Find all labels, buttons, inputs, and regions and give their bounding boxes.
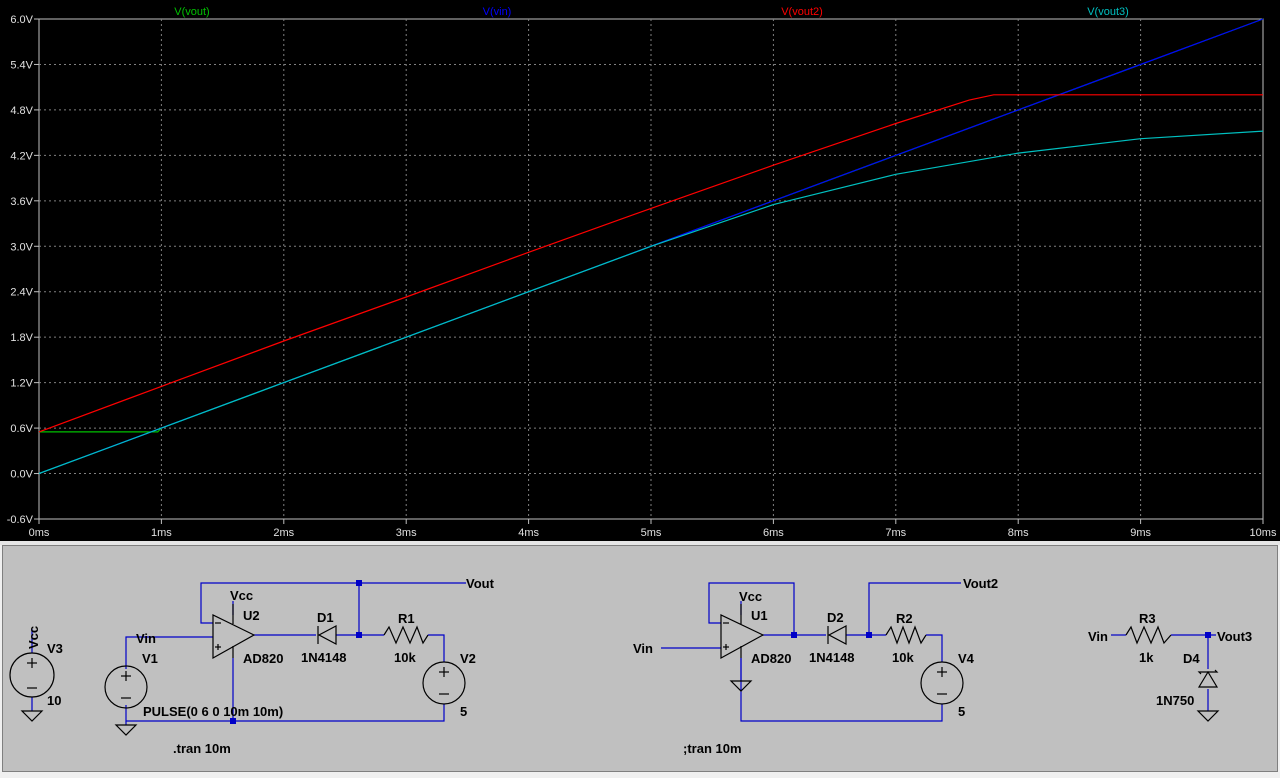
y-tick-label: -0.6V [7,514,34,526]
u1-name[interactable]: U1 [751,608,768,623]
x-tick-label: 9ms [1130,527,1151,539]
y-tick-label: 2.4V [10,287,33,299]
v1-name[interactable]: V1 [142,651,158,666]
resistor-r3[interactable] [1125,625,1172,645]
r1-name[interactable]: R1 [398,611,415,626]
r1-value[interactable]: 10k [394,650,416,665]
x-tick-label: 7ms [885,527,906,539]
r3-value[interactable]: 1k [1139,650,1154,665]
r2-value[interactable]: 10k [892,650,914,665]
resistor-r1[interactable] [383,625,429,645]
vcc-label-2[interactable]: Vcc [739,589,762,604]
legend-item[interactable]: V(vout) [174,6,209,18]
schematic-labels: Vcc V3 10 Vin V1 PULSE(0 6 0 10m 10m) Vc… [26,576,1252,756]
resistor-r2[interactable] [885,625,927,645]
schematic-editor[interactable]: Vcc V3 10 Vin V1 PULSE(0 6 0 10m 10m) Vc… [2,545,1278,772]
waveform-plot[interactable]: 0ms 1ms 2ms 3ms 4ms 5ms 6ms 7ms 8ms 9ms 10ms -0.6V 0… [0,0,1280,541]
d2-model[interactable]: 1N4148 [809,650,855,665]
diode-d2[interactable] [827,625,847,645]
vout2-label[interactable]: Vout2 [963,576,998,591]
vout3-label[interactable]: Vout3 [1217,629,1252,644]
d4-name[interactable]: D4 [1183,651,1200,666]
legend-item[interactable]: V(vin) [483,6,512,18]
voltage-source-v1[interactable] [104,665,148,709]
x-tick-label: 5ms [641,527,662,539]
x-tick-label: 0ms [29,527,50,539]
y-tick-label: 5.4V [10,59,33,71]
vin-label-1[interactable]: Vin [136,631,156,646]
vin-label-2[interactable]: Vin [633,641,653,656]
voltage-source-v3[interactable] [9,652,55,698]
tran-comment[interactable]: ;tran 10m [683,741,742,756]
v4-name[interactable]: V4 [958,651,975,666]
tran-directive[interactable]: .tran 10m [173,741,231,756]
legend-item[interactable]: V(vout2) [781,6,823,18]
ground-icon [1196,710,1220,722]
x-tick-label: 6ms [763,527,784,539]
y-tick-label: 3.0V [10,241,33,253]
y-tick-label: 4.8V [10,105,33,117]
voltage-source-v2[interactable] [422,661,466,705]
d1-model[interactable]: 1N4148 [301,650,347,665]
y-tick-label: 1.2V [10,378,33,390]
ground-icon [114,724,138,736]
v3-name[interactable]: V3 [47,641,63,656]
x-tick-label: 2ms [273,527,294,539]
waveform-viewer[interactable]: 0ms 1ms 2ms 3ms 4ms 5ms 6ms 7ms 8ms 9ms 10ms -0.6V 0… [0,0,1280,541]
u2-model[interactable]: AD820 [243,651,283,666]
y-tick-label: 0.6V [10,423,33,435]
zener-diode-d4[interactable] [1197,669,1219,688]
y-tick-label: 1.8V [10,332,33,344]
y-tick-label: 0.0V [10,469,33,481]
x-tick-label: 1ms [151,527,172,539]
trace-legend[interactable]: V(vout) V(vin) V(vout2) V(vout3) [174,6,1129,18]
x-tick-label: 4ms [518,527,539,539]
vin-label-3[interactable]: Vin [1088,629,1108,644]
diode-d1[interactable] [317,625,337,645]
x-tick-label: 3ms [396,527,417,539]
r2-name[interactable]: R2 [896,611,913,626]
vcc-label-1[interactable]: Vcc [230,588,253,603]
d1-name[interactable]: D1 [317,610,334,625]
vout-label[interactable]: Vout [466,576,495,591]
ground-icon [20,710,44,722]
v1-value[interactable]: PULSE(0 6 0 10m 10m) [143,704,283,719]
v2-name[interactable]: V2 [460,651,476,666]
v3-value[interactable]: 10 [47,693,61,708]
y-tick-label: 3.6V [10,196,33,208]
legend-item[interactable]: V(vout3) [1087,6,1129,18]
d4-model[interactable]: 1N750 [1156,693,1194,708]
r3-name[interactable]: R3 [1139,611,1156,626]
y-tick-label: 6.0V [10,14,33,26]
v2-value[interactable]: 5 [460,704,467,719]
u2-name[interactable]: U2 [243,608,260,623]
schematic-canvas[interactable]: Vcc V3 10 Vin V1 PULSE(0 6 0 10m 10m) Vc… [3,546,1279,773]
y-tick-label: 4.2V [10,150,33,162]
u1-model[interactable]: AD820 [751,651,791,666]
x-tick-label: 10ms [1250,527,1277,539]
d2-name[interactable]: D2 [827,610,844,625]
x-tick-label: 8ms [1008,527,1029,539]
vcc-net-label[interactable]: Vcc [26,626,41,649]
voltage-source-v4[interactable] [920,661,964,705]
v4-value[interactable]: 5 [958,704,965,719]
